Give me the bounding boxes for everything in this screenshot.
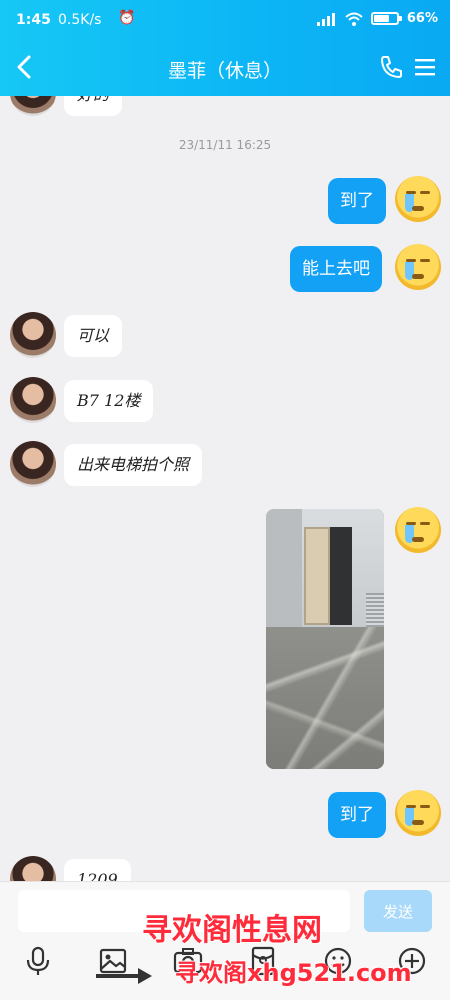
battery-percent: 66% xyxy=(406,11,438,26)
message-bubble-sent[interactable]: 到了 xyxy=(328,792,386,838)
status-right-group: 66% xyxy=(316,11,438,26)
sent-photo[interactable] xyxy=(266,509,384,769)
contact-avatar[interactable] xyxy=(10,312,56,358)
emoji-mouth xyxy=(412,820,424,825)
signal-icon xyxy=(316,12,335,26)
message-bubble-received[interactable]: 可以 xyxy=(64,315,123,357)
photo-doorway xyxy=(330,527,352,625)
watermark-url: 寻欢阁xhg521.com xyxy=(175,959,412,987)
emoji-mouth xyxy=(412,206,424,211)
watermark-arrow-icon xyxy=(96,968,152,984)
chat-area[interactable]: 好的 23/11/11 16:25 到了 能上去吧 可以 B7 12楼 出来电梯… xyxy=(0,96,450,881)
my-avatar[interactable] xyxy=(395,176,441,222)
wifi-icon xyxy=(345,12,363,26)
watermark-title: 寻欢阁性息网 xyxy=(142,913,322,948)
send-button[interactable]: 发送 xyxy=(364,890,432,932)
chat-header: 墨菲（休息） xyxy=(0,40,450,96)
status-network-speed: 0.5K/s xyxy=(58,12,102,28)
emoji-eye xyxy=(420,805,430,808)
message-bubble-received[interactable]: 1209 xyxy=(64,859,131,881)
message-timestamp: 23/11/11 16:25 xyxy=(178,138,272,152)
my-avatar[interactable] xyxy=(395,507,441,553)
top-bar: 1:45 0.5K/s ⏰ 66% 墨菲（休息） xyxy=(0,0,450,96)
contact-avatar[interactable] xyxy=(10,856,56,881)
my-avatar[interactable] xyxy=(395,790,441,836)
photo-vent xyxy=(366,593,384,627)
menu-icon[interactable] xyxy=(414,56,436,78)
battery-icon xyxy=(370,12,402,25)
mic-icon[interactable] xyxy=(22,945,54,977)
photo-left-wall xyxy=(266,509,302,627)
emoji-eye xyxy=(420,259,430,262)
photo-marble-floor xyxy=(266,627,384,769)
message-bubble-sent[interactable]: 到了 xyxy=(328,178,386,224)
contact-avatar[interactable] xyxy=(10,96,56,116)
status-time: 1:45 xyxy=(16,12,51,28)
message-bubble-sent[interactable]: 能上去吧 xyxy=(290,246,382,292)
my-avatar[interactable] xyxy=(395,244,441,290)
message-bubble-received[interactable]: 好的 xyxy=(64,96,123,116)
contact-avatar[interactable] xyxy=(10,377,56,423)
phone-icon[interactable] xyxy=(378,54,404,80)
alarm-icon: ⏰ xyxy=(118,10,136,26)
message-bubble-received[interactable]: 出来电梯拍个照 xyxy=(64,444,203,486)
emoji-mouth xyxy=(412,274,424,279)
message-bubble-received[interactable]: B7 12楼 xyxy=(64,380,154,422)
emoji-eye xyxy=(420,191,430,194)
emoji-mouth xyxy=(412,537,424,542)
contact-avatar[interactable] xyxy=(10,441,56,487)
photo-door xyxy=(304,527,330,625)
status-bar: 1:45 0.5K/s ⏰ 66% xyxy=(0,0,450,40)
emoji-eye xyxy=(420,522,430,525)
